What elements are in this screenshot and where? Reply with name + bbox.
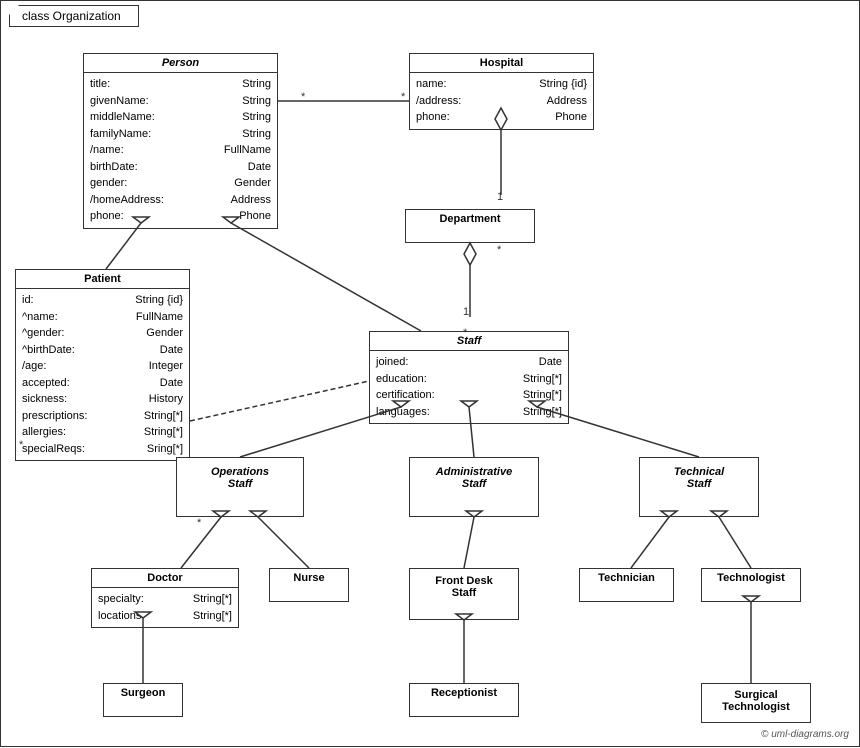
surgical-technologist-title: SurgicalTechnologist <box>702 684 810 718</box>
technologist-class: Technologist <box>701 568 801 602</box>
mult-hospital-dept-1: 1 <box>497 191 503 203</box>
technician-class: Technician <box>579 568 674 602</box>
hospital-attrs: name:String {id} /address:Address phone:… <box>410 73 593 129</box>
person-attrs: title:String givenName:String middleName… <box>84 73 277 228</box>
staff-class: Staff joined:Date education:String[*] ce… <box>369 331 569 424</box>
administrative-staff-class: AdministrativeStaff <box>409 457 539 517</box>
operations-staff-title: OperationsStaff <box>177 458 303 498</box>
patient-attrs: id:String {id} ^name:FullName ^gender:Ge… <box>16 289 189 460</box>
mult-ops-star: * <box>197 517 201 529</box>
surgeon-class: Surgeon <box>103 683 183 717</box>
front-desk-staff-title: Front DeskStaff <box>410 569 518 605</box>
nurse-class: Nurse <box>269 568 349 602</box>
surgeon-title: Surgeon <box>104 684 182 702</box>
technical-staff-title: TechnicalStaff <box>640 458 758 498</box>
mult-patient-star: * <box>19 439 23 451</box>
technologist-title: Technologist <box>702 569 800 587</box>
technician-title: Technician <box>580 569 673 587</box>
diagram-container: class Organization Person title:String g… <box>0 0 860 747</box>
operations-staff-class: OperationsStaff <box>176 457 304 517</box>
front-desk-staff-class: Front DeskStaff <box>409 568 519 620</box>
staff-attrs: joined:Date education:String[*] certific… <box>370 351 568 423</box>
person-title: Person <box>84 54 277 73</box>
hospital-title: Hospital <box>410 54 593 73</box>
doctor-title: Doctor <box>92 569 238 588</box>
mult-person-hospital-star: * <box>301 91 305 103</box>
surgical-technologist-class: SurgicalTechnologist <box>701 683 811 723</box>
hospital-class: Hospital name:String {id} /address:Addre… <box>409 53 594 130</box>
patient-class: Patient id:String {id} ^name:FullName ^g… <box>15 269 190 461</box>
diagram-title: class Organization <box>9 5 139 27</box>
administrative-staff-title: AdministrativeStaff <box>410 458 538 498</box>
person-class: Person title:String givenName:String mid… <box>83 53 278 229</box>
doctor-attrs: specialty:String[*] locations:String[*] <box>92 588 238 627</box>
department-title: Department <box>406 210 534 228</box>
mult-hospital-dept-star: * <box>497 244 501 256</box>
nurse-title: Nurse <box>270 569 348 587</box>
receptionist-class: Receptionist <box>409 683 519 717</box>
department-class: Department <box>405 209 535 243</box>
mult-person-hospital-star2: * <box>401 91 405 103</box>
doctor-class: Doctor specialty:String[*] locations:Str… <box>91 568 239 628</box>
receptionist-title: Receptionist <box>410 684 518 702</box>
mult-dept-staff-star: * <box>463 327 467 339</box>
staff-title: Staff <box>370 332 568 351</box>
mult-dept-staff-1: 1 <box>463 306 469 318</box>
copyright-text: © uml-diagrams.org <box>761 729 849 740</box>
technical-staff-class: TechnicalStaff <box>639 457 759 517</box>
patient-title: Patient <box>16 270 189 289</box>
